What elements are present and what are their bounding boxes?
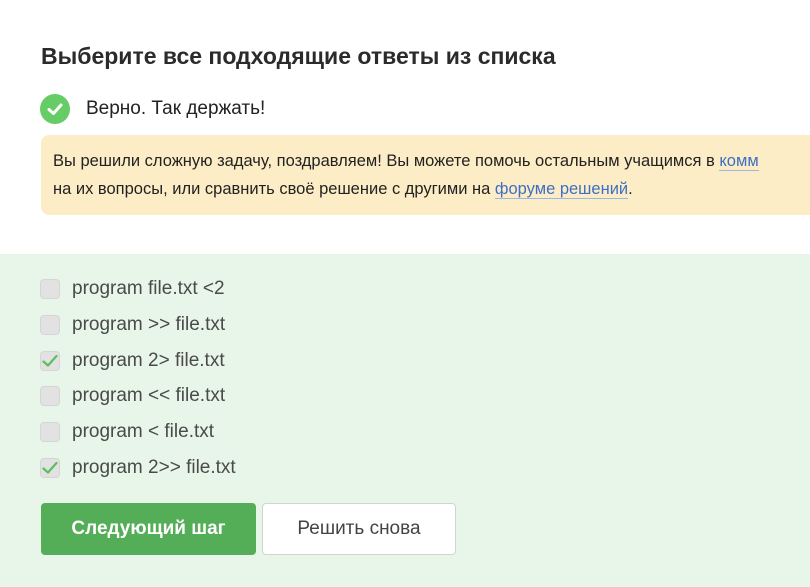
option-item[interactable]: program >> file.txt: [40, 313, 225, 337]
verdict: Верно. Так держать!: [40, 94, 265, 124]
option-checkbox[interactable]: [40, 351, 60, 371]
comments-link[interactable]: комм: [719, 152, 759, 171]
option-label: program < file.txt: [72, 421, 215, 442]
option-checkbox[interactable]: [40, 422, 60, 442]
checkmark-icon: [42, 354, 58, 367]
solve-again-button[interactable]: Решить снова: [262, 503, 456, 555]
notice-line-1: Вы решили сложную задачу, поздравляем! В…: [53, 147, 810, 175]
congrats-notice: Вы решили сложную задачу, поздравляем! В…: [41, 135, 810, 215]
option-item[interactable]: program << file.txt: [40, 384, 225, 408]
solutions-forum-link[interactable]: форуме решений: [494, 180, 629, 199]
option-item[interactable]: program < file.txt: [40, 420, 214, 444]
notice-text-end: .: [628, 180, 633, 198]
option-item[interactable]: program 2>> file.txt: [40, 456, 236, 480]
next-step-button[interactable]: Следующий шаг: [41, 503, 256, 555]
option-label: program 2> file.txt: [72, 350, 225, 371]
notice-text-1: Вы решили сложную задачу, поздравляем! В…: [53, 152, 720, 170]
task-title: Выберите все подходящие ответы из списка: [41, 43, 556, 69]
option-checkbox[interactable]: [40, 315, 60, 335]
option-label: program << file.txt: [72, 385, 226, 406]
option-checkbox[interactable]: [40, 458, 60, 478]
notice-line-2: на их вопросы, или сравнить своё решение…: [53, 175, 810, 203]
option-label: program >> file.txt: [72, 314, 226, 335]
option-checkbox[interactable]: [40, 386, 60, 406]
option-item[interactable]: program 2> file.txt: [40, 349, 225, 373]
check-circle-icon: [40, 94, 70, 124]
verdict-text: Верно. Так держать!: [86, 98, 266, 119]
option-label: program file.txt <2: [72, 278, 225, 299]
notice-text-2: на их вопросы, или сравнить своё решение…: [53, 180, 495, 198]
checkmark-icon: [42, 461, 58, 474]
option-label: program 2>> file.txt: [72, 457, 236, 478]
task-header-area: Выберите все подходящие ответы из списка…: [0, 0, 810, 254]
option-item[interactable]: program file.txt <2: [40, 277, 225, 301]
option-checkbox[interactable]: [40, 279, 60, 299]
